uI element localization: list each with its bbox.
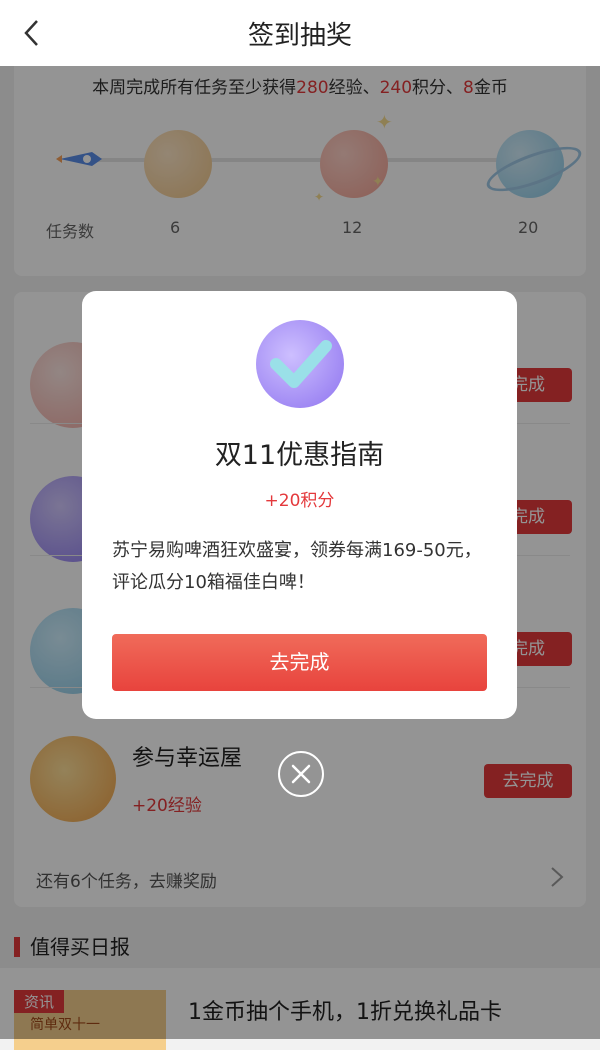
check-icon	[256, 320, 344, 408]
close-icon[interactable]	[278, 751, 324, 797]
page-title: 签到抽奖	[247, 21, 352, 51]
modal-reward: +20积分	[264, 491, 335, 511]
task-detail-modal: 双11优惠指南 +20积分 苏宁易购啤酒狂欢盛宴，领券每满169-50元，评论瓜…	[82, 291, 517, 719]
modal-title: 双11优惠指南	[214, 440, 385, 471]
go-complete-button[interactable]: 去完成	[112, 634, 487, 691]
modal-description: 苏宁易购啤酒狂欢盛宴，领券每满169-50元，评论瓜分10箱福佳白啤！	[112, 540, 482, 593]
header: 签到抽奖	[0, 0, 600, 66]
